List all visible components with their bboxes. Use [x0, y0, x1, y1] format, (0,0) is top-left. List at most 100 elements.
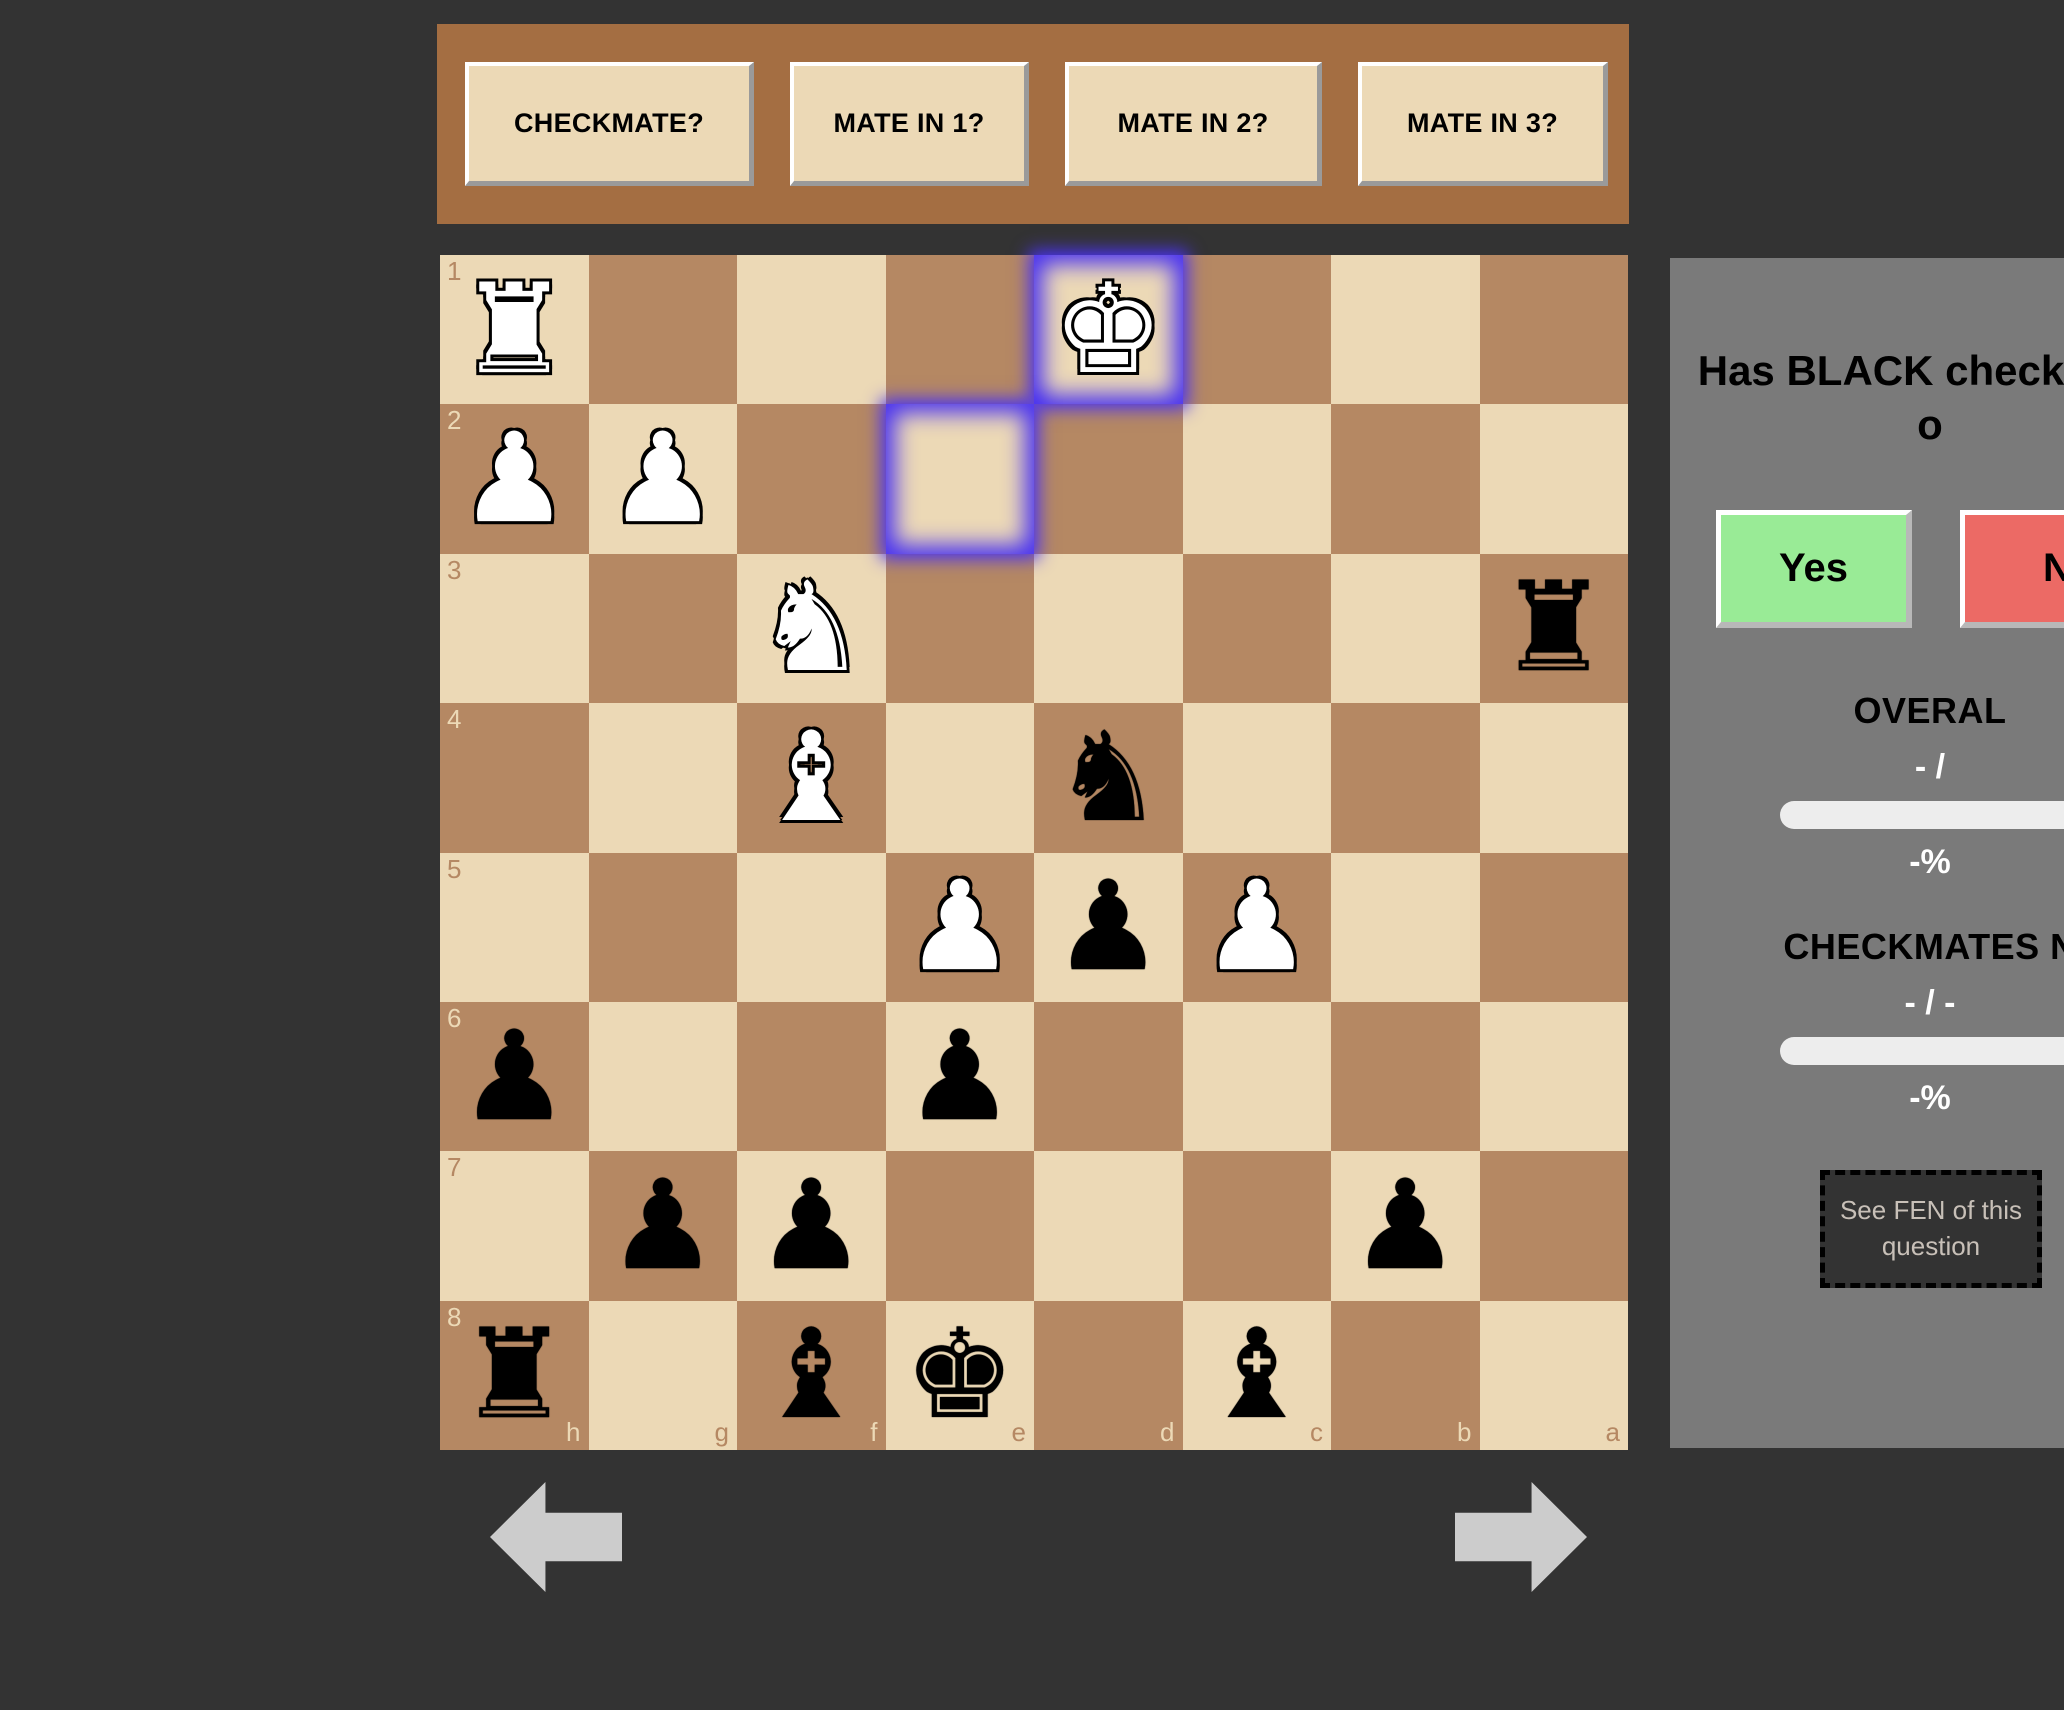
board-square[interactable]: [588, 703, 737, 853]
white-pawn-icon[interactable]: ♟: [1183, 853, 1332, 1002]
board-square[interactable]: ♟: [1034, 852, 1183, 1002]
chess-board[interactable]: 1 ♜ ♚ 2 ♟ ♟ 3 ♞ ♜ 4 ♝ ♞ 5 ♟ ♟ ♟ 6 ♟ ♟ 7 ♟ ♟ ♟ 8 h ♜ g f ♝ e ♚ d c ♝ b a: [440, 255, 1628, 1450]
board-square[interactable]: [885, 255, 1034, 405]
answer-no-button[interactable]: N: [1960, 509, 2064, 628]
board-square[interactable]: g: [588, 1300, 737, 1450]
stat-checkmates: CHECKMATES N - / - -%: [1670, 926, 2064, 1118]
board-square[interactable]: 4: [440, 703, 589, 853]
black-pawn-icon[interactable]: ♟: [1034, 853, 1183, 1002]
board-square[interactable]: [1034, 553, 1183, 704]
board-square[interactable]: c ♝: [1182, 1300, 1332, 1450]
board-square[interactable]: [885, 1151, 1034, 1301]
board-square[interactable]: [1182, 553, 1331, 704]
board-square[interactable]: [1479, 255, 1628, 405]
board-square[interactable]: [885, 404, 1034, 554]
board-square[interactable]: ♟: [1182, 852, 1332, 1002]
board-square[interactable]: [1479, 703, 1628, 853]
tab-checkmate[interactable]: CHECKMATE?: [465, 62, 754, 186]
board-square[interactable]: ♟: [588, 1151, 738, 1301]
board-square[interactable]: [737, 404, 886, 554]
board-square[interactable]: ♞: [1034, 703, 1183, 853]
board-square[interactable]: [1331, 255, 1480, 405]
question-text: Has BLACK checkmate o: [1697, 347, 2064, 448]
file-label: b: [1457, 1417, 1472, 1448]
board-square[interactable]: ♝: [737, 703, 886, 853]
board-square[interactable]: [1331, 1001, 1480, 1152]
board-square[interactable]: [588, 255, 737, 405]
black-knight-icon[interactable]: ♞: [1034, 703, 1183, 852]
board-square[interactable]: ♟: [588, 404, 738, 554]
board-square[interactable]: ♜: [1479, 553, 1629, 704]
board-square[interactable]: ♞: [737, 553, 886, 704]
board-square[interactable]: a: [1479, 1300, 1628, 1450]
black-bishop-icon[interactable]: ♝: [1183, 1301, 1332, 1450]
board-square[interactable]: 3: [440, 553, 589, 704]
board-square[interactable]: [1479, 1151, 1628, 1301]
board-square[interactable]: e ♚: [885, 1300, 1035, 1450]
board-square[interactable]: 1 ♜: [440, 255, 589, 405]
white-bishop-icon[interactable]: ♝: [737, 703, 886, 852]
white-pawn-icon[interactable]: ♟: [440, 404, 589, 553]
board-square[interactable]: [1331, 404, 1480, 554]
black-pawn-icon[interactable]: ♟: [589, 1151, 738, 1300]
board-square[interactable]: [885, 553, 1034, 704]
board-square[interactable]: [1479, 404, 1628, 554]
white-king-icon[interactable]: ♚: [1034, 255, 1183, 404]
board-square[interactable]: ♟: [737, 1151, 886, 1301]
arrow-right-icon[interactable]: [1455, 1482, 1587, 1592]
white-pawn-icon[interactable]: ♟: [886, 853, 1035, 1002]
white-knight-icon[interactable]: ♞: [737, 554, 886, 703]
stats-section: OVERAL - / -% CHECKMATES N - / - -%: [1670, 690, 2064, 1118]
board-square[interactable]: [1034, 1001, 1183, 1152]
board-square[interactable]: [588, 852, 737, 1002]
see-fen-button[interactable]: See FEN of this question: [1820, 1169, 2042, 1288]
black-rook-icon[interactable]: ♜: [1480, 554, 1629, 703]
black-king-icon[interactable]: ♚: [886, 1301, 1035, 1450]
board-square[interactable]: [588, 553, 737, 704]
board-square[interactable]: ♚: [1034, 255, 1183, 405]
board-square[interactable]: [737, 1001, 886, 1152]
black-bishop-icon[interactable]: ♝: [737, 1301, 886, 1450]
board-square[interactable]: [1331, 553, 1480, 704]
board-square[interactable]: [1182, 1001, 1331, 1152]
board-square[interactable]: [1479, 1001, 1628, 1152]
board-square[interactable]: [1182, 255, 1331, 405]
board-square[interactable]: [1034, 404, 1183, 554]
black-rook-icon[interactable]: ♜: [440, 1301, 589, 1450]
board-square[interactable]: [1182, 404, 1331, 554]
board-square[interactable]: 7: [440, 1151, 589, 1301]
board-square[interactable]: b: [1331, 1300, 1480, 1450]
arrow-left-icon[interactable]: [490, 1482, 622, 1592]
board-square[interactable]: 2 ♟: [440, 404, 589, 554]
answer-yes-button[interactable]: Yes: [1716, 509, 1912, 628]
board-square[interactable]: [588, 1001, 737, 1152]
board-square[interactable]: [1182, 1151, 1331, 1301]
tab-mate-in-1[interactable]: MATE IN 1?: [790, 62, 1029, 186]
board-square[interactable]: f ♝: [737, 1300, 886, 1450]
board-square[interactable]: 6 ♟: [440, 1001, 589, 1152]
board-square[interactable]: 8 h ♜: [440, 1300, 589, 1450]
board-square[interactable]: [1331, 703, 1480, 853]
board-square[interactable]: [737, 255, 886, 405]
board-square[interactable]: [1479, 852, 1628, 1002]
board-square[interactable]: ♟: [885, 1001, 1035, 1152]
black-pawn-icon[interactable]: ♟: [886, 1002, 1035, 1151]
board-square[interactable]: [1331, 852, 1480, 1002]
stat-checkmates-value: - / -: [1904, 983, 1956, 1022]
white-pawn-icon[interactable]: ♟: [589, 404, 738, 553]
board-square[interactable]: ♟: [885, 852, 1035, 1002]
board-square[interactable]: d: [1034, 1300, 1183, 1450]
white-rook-icon[interactable]: ♜: [440, 255, 589, 404]
tab-mate-in-2[interactable]: MATE IN 2?: [1065, 62, 1322, 186]
board-square[interactable]: ♟: [1331, 1151, 1480, 1301]
black-pawn-icon[interactable]: ♟: [1331, 1151, 1480, 1300]
board-square[interactable]: 5: [440, 852, 589, 1002]
black-pawn-icon[interactable]: ♟: [440, 1002, 589, 1151]
board-square[interactable]: [1034, 1151, 1183, 1301]
file-label: g: [714, 1417, 729, 1448]
board-square[interactable]: [737, 852, 886, 1002]
board-square[interactable]: [885, 703, 1034, 853]
black-pawn-icon[interactable]: ♟: [737, 1151, 886, 1300]
tab-mate-in-3[interactable]: MATE IN 3?: [1358, 62, 1608, 186]
board-square[interactable]: [1182, 703, 1331, 853]
